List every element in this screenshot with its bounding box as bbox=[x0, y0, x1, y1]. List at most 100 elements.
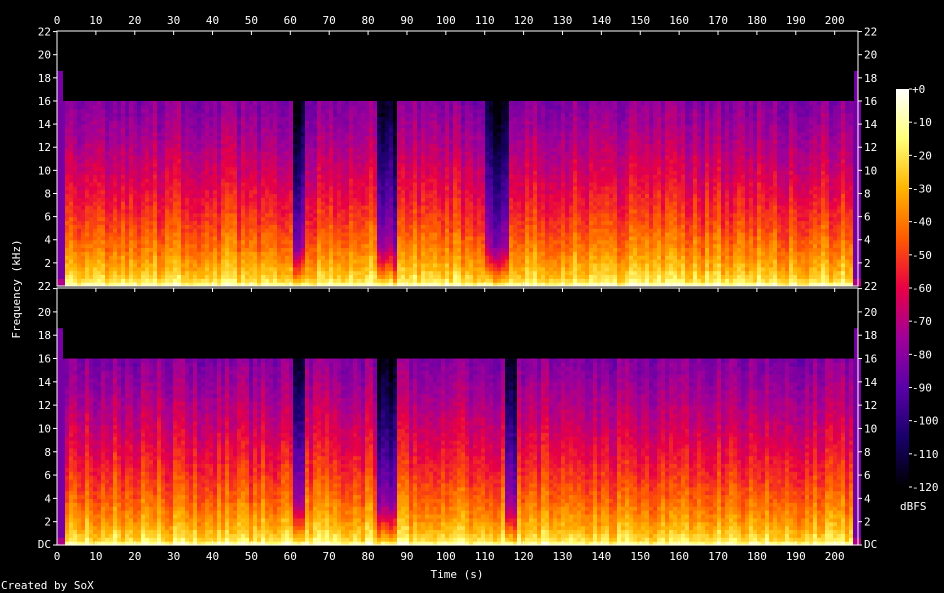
y-tick-label-right: 14 bbox=[864, 118, 878, 131]
y-tick-label-left: 12 bbox=[38, 141, 51, 154]
x-tick-label-bottom: 0 bbox=[54, 550, 61, 563]
y-tick-label-right: 2 bbox=[864, 516, 871, 529]
y-tick-label-left: 18 bbox=[38, 72, 51, 85]
x-tick-label-bottom: 50 bbox=[245, 550, 258, 563]
color-scale-tick-label: -120 bbox=[912, 481, 939, 494]
color-scale-label: dBFS bbox=[900, 500, 927, 513]
x-tick-label-bottom: 170 bbox=[708, 550, 728, 563]
x-tick-label-bottom: 190 bbox=[786, 550, 806, 563]
x-tick-label-bottom: 90 bbox=[400, 550, 413, 563]
color-scale-tick-label: -50 bbox=[912, 249, 932, 262]
spectrogram-channel-1 bbox=[56, 30, 861, 287]
y-tick-label-left: 10 bbox=[38, 164, 51, 177]
y-tick-label-right: 22 bbox=[864, 280, 877, 293]
y-tick-label-right: 8 bbox=[864, 187, 871, 200]
x-tick-label-bottom: 180 bbox=[747, 550, 767, 563]
y-tick-label-right: 4 bbox=[864, 492, 871, 505]
y-tick-label-left: 8 bbox=[44, 446, 51, 459]
x-tick-label-top: 140 bbox=[591, 14, 611, 27]
y-tick-label-right: 14 bbox=[864, 376, 878, 389]
y-axis-label: Frequency (kHz) bbox=[10, 239, 23, 338]
y-tick-label-left: 6 bbox=[44, 211, 51, 224]
color-scale-tick-label: +0 bbox=[912, 83, 925, 96]
x-tick-label-bottom: 130 bbox=[553, 550, 573, 563]
y-tick-label-right: 12 bbox=[864, 399, 877, 412]
y-tick-label-right: 20 bbox=[864, 49, 877, 62]
y-tick-label-right: 6 bbox=[864, 469, 871, 482]
y-tick-label-left: 14 bbox=[38, 118, 52, 131]
x-tick-label-top: 200 bbox=[825, 14, 845, 27]
x-tick-label-top: 190 bbox=[786, 14, 806, 27]
color-scale-tick-label: -80 bbox=[912, 348, 932, 361]
y-tick-label-left: 2 bbox=[44, 257, 51, 270]
y-tick-label-left: 22 bbox=[38, 26, 51, 39]
y-tick-label-left: 14 bbox=[38, 376, 52, 389]
y-tick-label-left: 4 bbox=[44, 492, 51, 505]
x-tick-label-top: 160 bbox=[669, 14, 689, 27]
y-tick-label-right: 10 bbox=[864, 422, 877, 435]
color-scale-tick-label: -40 bbox=[912, 216, 932, 229]
x-tick-label-top: 50 bbox=[245, 14, 258, 27]
y-tick-label-left: 4 bbox=[44, 234, 51, 247]
x-tick-label-top: 180 bbox=[747, 14, 767, 27]
x-tick-label-top: 110 bbox=[475, 14, 495, 27]
color-scale-tick-label: -90 bbox=[912, 382, 932, 395]
color-scale-tick-label: -60 bbox=[912, 282, 932, 295]
y-tick-label-right: 16 bbox=[864, 95, 877, 108]
x-tick-label-bottom: 160 bbox=[669, 550, 689, 563]
x-tick-label-bottom: 120 bbox=[514, 550, 534, 563]
x-tick-label-bottom: 140 bbox=[591, 550, 611, 563]
x-tick-label-top: 40 bbox=[206, 14, 219, 27]
y-tick-label-right: 6 bbox=[864, 211, 871, 224]
y-tick-label-left: 16 bbox=[38, 95, 51, 108]
x-tick-label-bottom: 30 bbox=[167, 550, 180, 563]
x-tick-label-bottom: 40 bbox=[206, 550, 219, 563]
spectrogram-chart: 0 0 10 10 20 20 30 30 40 40 50 50 60 60 70 70 80 80 90 90 10… bbox=[1, 14, 939, 592]
x-tick-label-bottom: 80 bbox=[361, 550, 374, 563]
y-tick-label-right: DC bbox=[864, 538, 877, 551]
color-scale-tick-label: -20 bbox=[912, 149, 932, 162]
y-tick-label-left: 8 bbox=[44, 187, 51, 200]
x-tick-label-top: 20 bbox=[128, 14, 141, 27]
y-tick-label-right: 10 bbox=[864, 164, 877, 177]
y-tick-label-left: 6 bbox=[44, 469, 51, 482]
x-tick-label-top: 10 bbox=[89, 14, 102, 27]
x-tick-label-bottom: 110 bbox=[475, 550, 495, 563]
x-tick-label-top: 100 bbox=[436, 14, 456, 27]
x-tick-label-top: 0 bbox=[54, 14, 61, 27]
x-tick-label-top: 90 bbox=[400, 14, 413, 27]
y-tick-label-right: 2 bbox=[864, 257, 871, 270]
x-tick-label-bottom: 200 bbox=[825, 550, 845, 563]
y-tick-label-left: 16 bbox=[38, 353, 51, 366]
y-tick-label-right: 16 bbox=[864, 353, 877, 366]
x-tick-label-bottom: 100 bbox=[436, 550, 456, 563]
x-tick-label-bottom: 10 bbox=[89, 550, 102, 563]
x-axis-label: Time (s) bbox=[431, 568, 484, 581]
y-tick-label-left: 20 bbox=[38, 49, 51, 62]
y-tick-label-right: 4 bbox=[864, 234, 871, 247]
y-tick-label-right: 18 bbox=[864, 72, 877, 85]
x-tick-label-top: 70 bbox=[323, 14, 336, 27]
x-tick-label-bottom: 20 bbox=[128, 550, 141, 563]
x-tick-label-top: 150 bbox=[630, 14, 650, 27]
color-scale-tick-label: -10 bbox=[912, 116, 932, 129]
color-scale-tick-label: -100 bbox=[912, 415, 939, 428]
color-scale-tick-label: -30 bbox=[912, 183, 932, 196]
y-tick-label-right: 20 bbox=[864, 306, 877, 319]
x-tick-label-bottom: 150 bbox=[630, 550, 650, 563]
y-tick-label-left: 2 bbox=[44, 516, 51, 529]
color-scale-tick-label: -110 bbox=[912, 448, 939, 461]
color-scale-bar bbox=[896, 89, 909, 487]
x-tick-label-bottom: 70 bbox=[323, 550, 336, 563]
y-tick-label-right: 18 bbox=[864, 329, 877, 342]
color-scale-tick-label: -70 bbox=[912, 315, 932, 328]
y-tick-label-right: 8 bbox=[864, 446, 871, 459]
x-tick-label-top: 130 bbox=[553, 14, 573, 27]
y-tick-label-right: 22 bbox=[864, 26, 877, 39]
x-tick-label-top: 120 bbox=[514, 14, 534, 27]
x-tick-label-top: 30 bbox=[167, 14, 180, 27]
y-tick-label-left: 20 bbox=[38, 306, 51, 319]
x-tick-label-top: 170 bbox=[708, 14, 728, 27]
y-tick-label-left: 10 bbox=[38, 422, 51, 435]
y-tick-label-left: DC bbox=[38, 538, 51, 551]
